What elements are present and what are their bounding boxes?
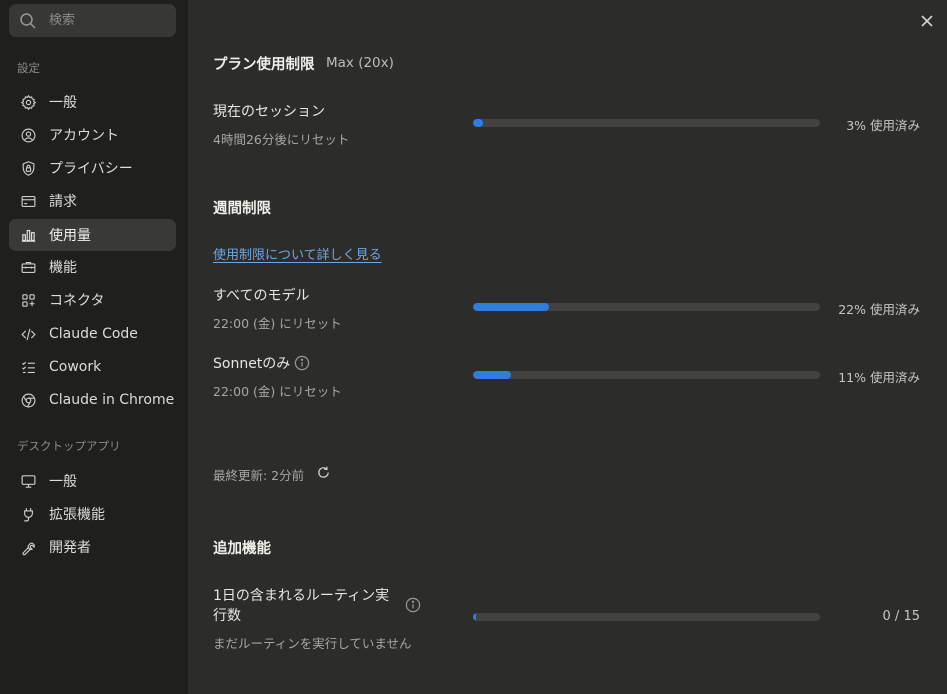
learn-more-link[interactable]: 使用制限について詳しく見る (213, 244, 382, 263)
sidebar-item-developer[interactable]: 開発者 (9, 531, 176, 563)
session-progress-fill (473, 119, 484, 127)
sidebar-item-connectors[interactable]: コネクタ (9, 284, 176, 316)
routine-progress-fill (473, 613, 476, 621)
extra-features-heading: 追加機能 (213, 541, 271, 557)
sidebar-item-label: アカウント (49, 128, 119, 144)
sidebar-item-label: プライバシー (49, 161, 133, 177)
sidebar-item-label: 開発者 (49, 540, 91, 556)
weekly-limits-heading: 週間制限 (213, 201, 271, 217)
settings-window: 設定 一般 アカウント プライバシー 請求 (0, 0, 947, 694)
wrench-icon (19, 538, 37, 556)
sidebar-item-label: Cowork (49, 359, 102, 375)
code-icon (19, 325, 37, 343)
sidebar-item-extensions[interactable]: 拡張機能 (9, 498, 176, 530)
sidebar-item-label: Claude in Chrome (49, 392, 175, 408)
session-title: 現在のセッション (213, 104, 325, 120)
session-progress-bar (473, 119, 820, 127)
sidebar-item-label: 一般 (49, 95, 77, 111)
refresh-icon (318, 466, 329, 478)
session-reset-text: 4時間26分後にリセット (213, 132, 350, 147)
all-models-progress-bar (473, 303, 820, 311)
desktop-section-label: デスクトップアプリ (17, 439, 121, 453)
routine-sub-text: まだルーティンを実行していません (213, 636, 412, 651)
sidebar-item-label: 機能 (49, 260, 77, 276)
shield-lock-icon (19, 159, 37, 177)
settings-section-label: 設定 (17, 61, 40, 75)
plan-name-badge: Max (20x) (326, 55, 394, 71)
close-icon (921, 15, 933, 27)
credit-card-icon (19, 192, 37, 210)
sidebar-item-usage[interactable]: 使用量 (9, 219, 176, 251)
routine-count: 0 / 15 (882, 609, 920, 624)
routine-progress-bar (473, 613, 820, 621)
monitor-icon (19, 472, 37, 490)
close-button[interactable] (917, 11, 937, 31)
sidebar-item-features[interactable]: 機能 (9, 251, 176, 283)
globe-icon (19, 391, 37, 409)
routine-title-line1: 1日の含まれるルーティン実 (213, 588, 390, 604)
plan-limits-heading: プラン使用制限 (213, 57, 315, 73)
routine-info-icon[interactable] (405, 597, 421, 613)
gear-icon (19, 93, 37, 111)
sonnet-title: Sonnetのみ (213, 356, 291, 372)
bar-chart-icon (19, 226, 37, 244)
sidebar-item-general[interactable]: 一般 (9, 86, 176, 118)
connector-icon (19, 291, 37, 309)
all-models-usage-percent: 22% 使用済み (838, 302, 920, 317)
sidebar-item-claude-code[interactable]: Claude Code (9, 318, 176, 350)
sonnet-reset-text: 22:00 (金) にリセット (213, 384, 342, 399)
routine-title-line2: 行数 (213, 608, 241, 624)
sonnet-usage-percent: 11% 使用済み (838, 370, 920, 385)
sidebar-item-cowork[interactable]: Cowork (9, 351, 176, 383)
checklist-icon (19, 358, 37, 376)
sidebar-item-label: 請求 (49, 194, 77, 210)
session-usage-percent: 3% 使用済み (846, 118, 920, 133)
sidebar-item-label: Claude Code (49, 326, 138, 342)
search-icon (20, 12, 36, 29)
all-models-reset-text: 22:00 (金) にリセット (213, 316, 342, 331)
sonnet-progress-bar (473, 371, 820, 379)
sidebar-item-label: コネクタ (49, 293, 105, 309)
sidebar-item-label: 使用量 (49, 228, 91, 244)
sonnet-info-icon[interactable] (294, 355, 310, 371)
sidebar-item-label: 一般 (49, 474, 77, 490)
sidebar: 設定 一般 アカウント プライバシー 請求 (0, 0, 188, 694)
sidebar-item-billing[interactable]: 請求 (9, 185, 176, 217)
plug-icon (19, 505, 37, 523)
last-updated-text: 最終更新: 2分前 (213, 468, 305, 483)
all-models-progress-fill (473, 303, 550, 311)
refresh-button[interactable] (316, 465, 332, 481)
toolbox-icon (19, 258, 37, 276)
sidebar-item-desktop-general[interactable]: 一般 (9, 465, 176, 497)
sidebar-item-privacy[interactable]: プライバシー (9, 152, 176, 184)
sonnet-progress-fill (473, 371, 512, 379)
sidebar-item-claude-in-chrome[interactable]: Claude in Chrome (9, 384, 176, 416)
search-box[interactable] (9, 4, 176, 37)
sidebar-item-label: 拡張機能 (49, 507, 105, 523)
search-input[interactable] (49, 13, 159, 28)
user-circle-icon (19, 126, 37, 144)
sidebar-item-account[interactable]: アカウント (9, 119, 176, 151)
all-models-title: すべてのモデル (213, 288, 310, 304)
